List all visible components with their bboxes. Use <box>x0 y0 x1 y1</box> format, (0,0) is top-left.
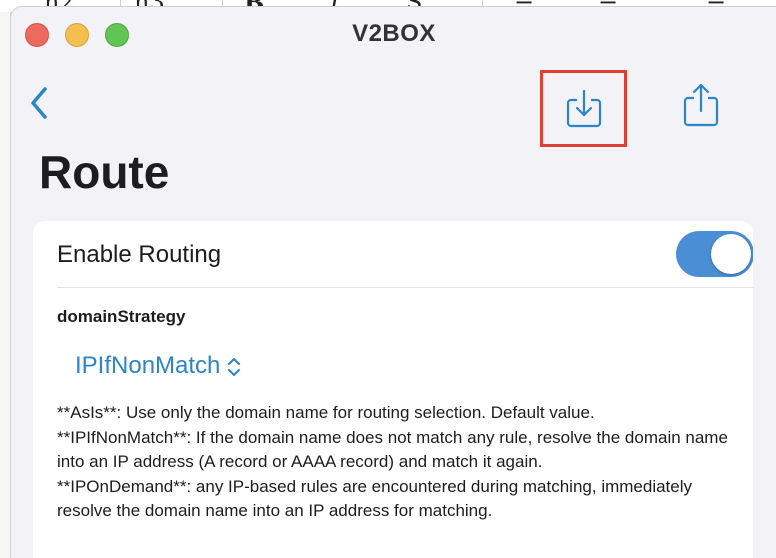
import-button[interactable] <box>540 70 627 147</box>
app-window: V2BOX Route Enable Routing domainStrateg… <box>10 6 776 558</box>
title-bar: V2BOX <box>11 7 776 61</box>
window-title: V2BOX <box>352 20 436 47</box>
screen: h2 h3 B I S ≡ ≡ ≡ V2BOX <box>0 0 776 558</box>
toggle-knob <box>711 234 751 274</box>
back-button[interactable] <box>25 83 55 123</box>
domain-strategy-select[interactable]: IPIfNonMatch <box>75 349 242 383</box>
enable-routing-toggle[interactable] <box>676 231 753 277</box>
page-title: Route <box>39 146 170 198</box>
description-line: **IPIfNonMatch**: If the domain name doe… <box>57 427 728 472</box>
enable-routing-row: Enable Routing <box>57 221 753 288</box>
routing-settings-card: Enable Routing domainStrategy IPIfNonMat… <box>33 221 753 558</box>
description-line: **IPOnDemand**: any IP-based rules are e… <box>57 476 693 521</box>
share-icon <box>683 83 719 127</box>
description-line: **AsIs**: Use only the domain name for r… <box>57 403 595 422</box>
chevron-left-icon <box>31 87 47 119</box>
domain-strategy-value: IPIfNonMatch <box>75 352 221 379</box>
chevron-up-down-icon <box>228 358 241 376</box>
domain-strategy-description: **AsIs**: Use only the domain name for r… <box>57 401 737 524</box>
enable-routing-label: Enable Routing <box>57 241 222 268</box>
share-button[interactable] <box>681 81 721 131</box>
tray-arrow-down-icon <box>566 89 602 128</box>
domain-strategy-label: domainStrategy <box>57 307 186 326</box>
